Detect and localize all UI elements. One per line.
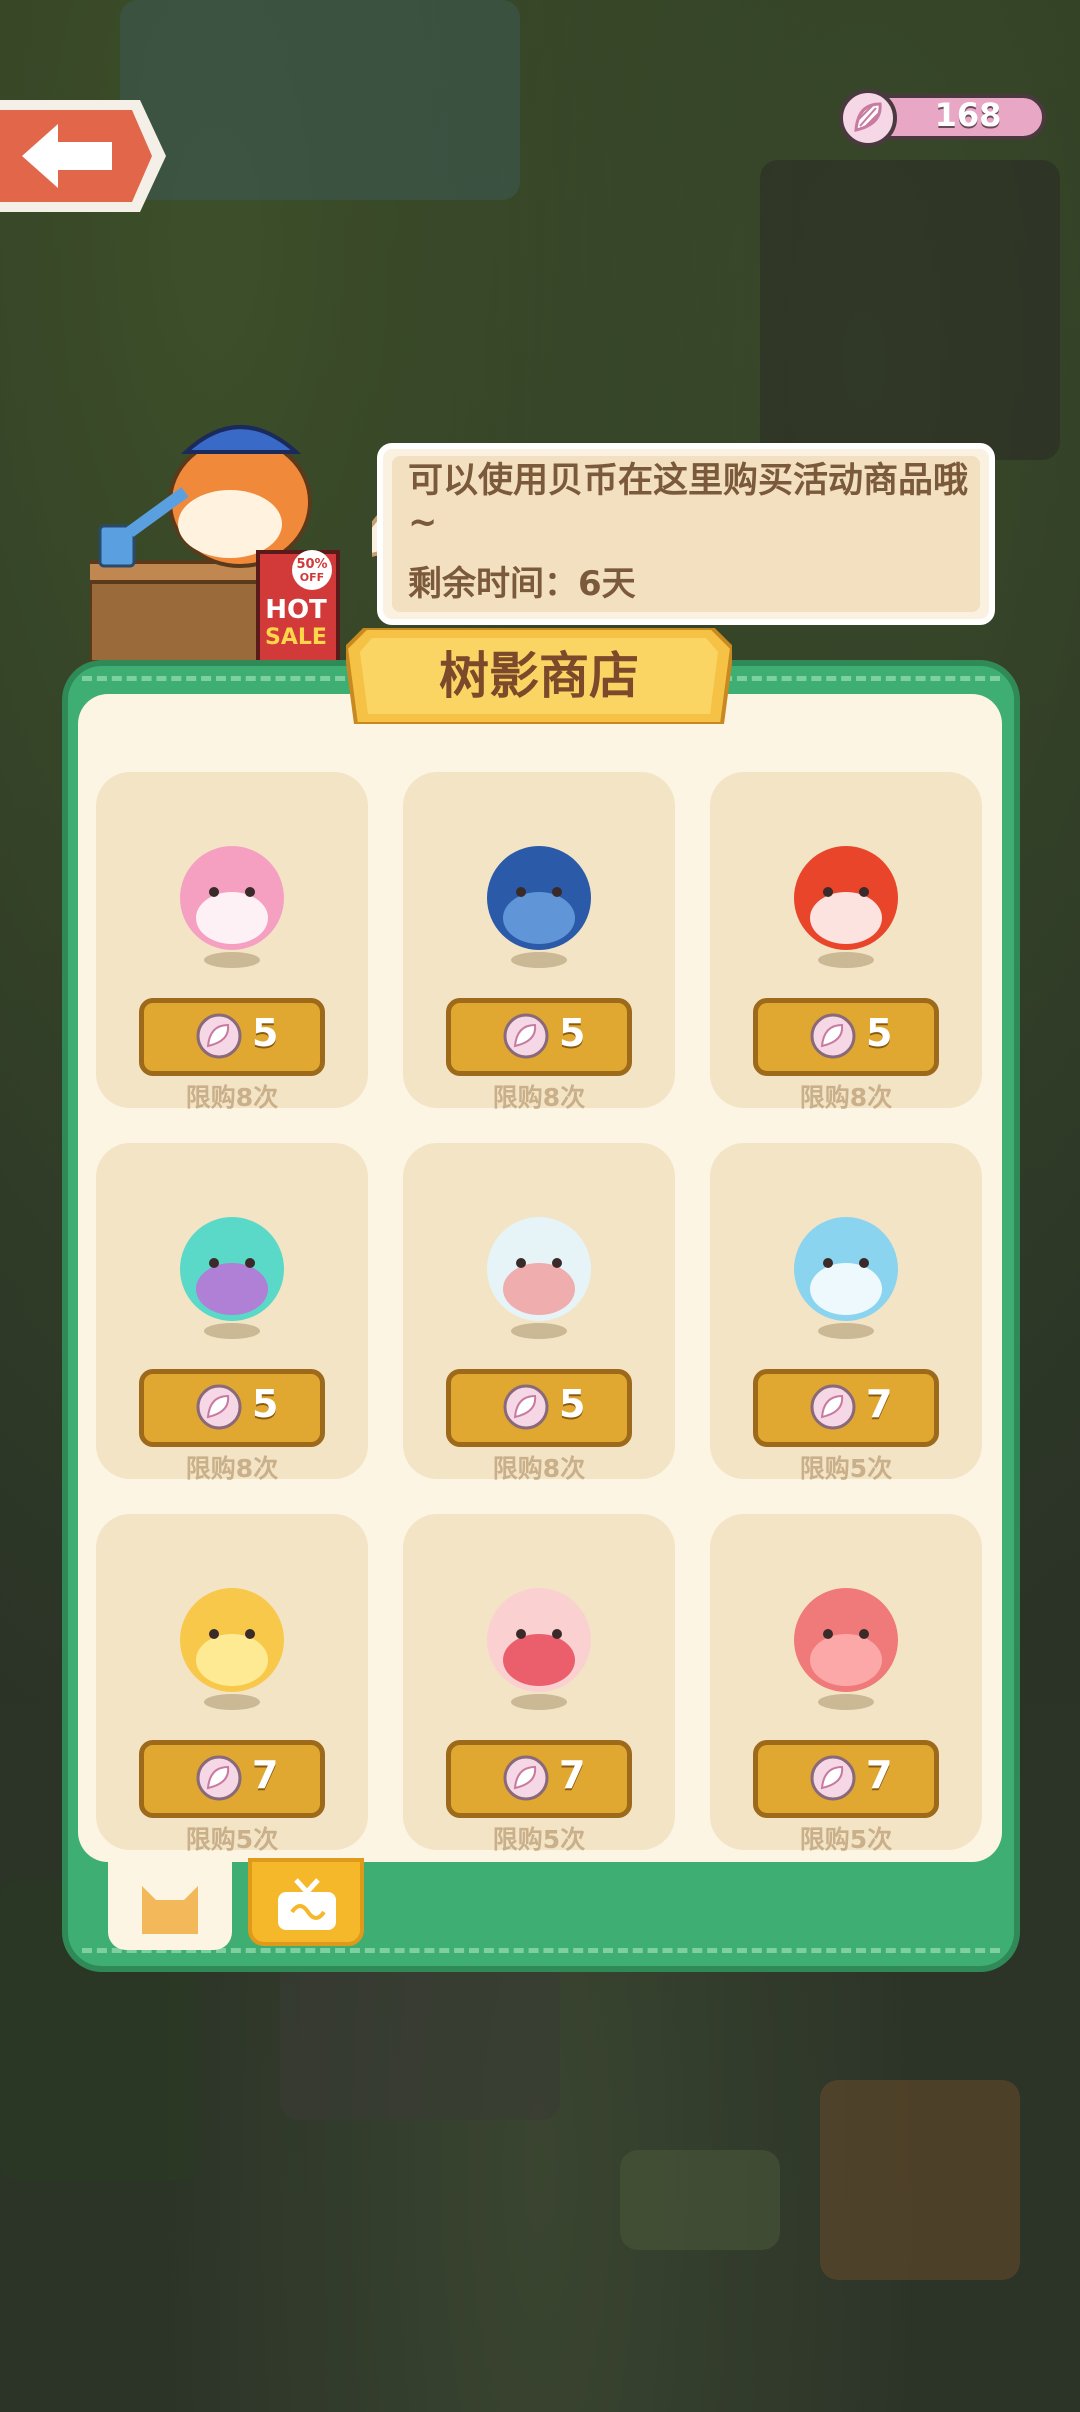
- shell-coin-icon: [503, 1384, 549, 1430]
- sign-hot-text: HOT: [265, 595, 327, 625]
- buy-button[interactable]: 5: [753, 998, 939, 1076]
- coin-count: 168: [934, 96, 1002, 134]
- jellyfish-pet-icon: [180, 1217, 284, 1339]
- purchase-limit: 限购5次: [492, 1825, 586, 1854]
- red-bird-pet-icon: [794, 846, 898, 968]
- buy-button[interactable]: 7: [139, 1740, 325, 1818]
- purchase-limit: 限购5次: [799, 1825, 893, 1854]
- shop-item-card[interactable]: 5 限购8次: [96, 772, 368, 1112]
- shop-item-card[interactable]: 5 限购8次: [403, 772, 675, 1112]
- buy-button[interactable]: 5: [139, 998, 325, 1076]
- buy-button[interactable]: 7: [446, 1740, 632, 1818]
- shop-item-card[interactable]: 7 限购5次: [96, 1514, 368, 1854]
- rose-cat-pet-icon: [794, 1588, 898, 1710]
- house-decor: [820, 2080, 1020, 2280]
- purchase-limit: 限购8次: [185, 1083, 279, 1112]
- buy-button[interactable]: 5: [139, 1369, 325, 1447]
- purchase-limit: 限购5次: [185, 1825, 279, 1854]
- tab-ads[interactable]: [248, 1858, 364, 1946]
- shell-coin-icon: [196, 1013, 242, 1059]
- shell-coin-icon: [196, 1384, 242, 1430]
- tv-icon: [278, 1878, 336, 1930]
- qr-stand-icon: [98, 524, 136, 568]
- item-price: 7: [866, 1753, 893, 1797]
- purchase-limit: 限购5次: [799, 1454, 893, 1483]
- sign-discount-text: 50%: [296, 557, 327, 572]
- item-price: 5: [252, 1011, 279, 1055]
- flamingo-pet-icon: [487, 1588, 591, 1710]
- item-price: 7: [866, 1382, 893, 1426]
- back-button[interactable]: [0, 96, 170, 216]
- item-price: 5: [866, 1011, 893, 1055]
- item-price: 7: [252, 1753, 279, 1797]
- shell-coin-icon: [503, 1013, 549, 1059]
- shop-item-card[interactable]: 5 限购8次: [96, 1143, 368, 1483]
- shop-item-card[interactable]: 5 限购8次: [710, 772, 982, 1112]
- purchase-limit: 限购8次: [492, 1083, 586, 1112]
- pink-fox-pet-icon: [180, 846, 284, 968]
- item-price: 5: [559, 1382, 586, 1426]
- sign-sale-text: SALE: [265, 625, 327, 650]
- stall-decor: [760, 160, 1060, 460]
- buy-button[interactable]: 5: [446, 998, 632, 1076]
- coin-counter: 168: [838, 88, 1050, 148]
- item-price: 5: [559, 1011, 586, 1055]
- gate-decor: [280, 1960, 560, 2120]
- purchase-limit: 限购8次: [799, 1083, 893, 1112]
- fountain-decor: [120, 0, 520, 200]
- item-price: 5: [252, 1382, 279, 1426]
- cat-icon: [142, 1886, 198, 1934]
- sign-off-text: OFF: [300, 571, 324, 584]
- shop-item-card[interactable]: 7 限购5次: [710, 1514, 982, 1854]
- shell-coin-icon: [839, 89, 897, 147]
- panda-pet-icon: [487, 1217, 591, 1339]
- shell-coin-icon: [810, 1013, 856, 1059]
- purchase-limit: 限购8次: [185, 1454, 279, 1483]
- shop-title: 树影商店: [439, 647, 639, 705]
- purchase-limit: 限购8次: [492, 1454, 586, 1483]
- shop-item-card[interactable]: 7 限购5次: [403, 1514, 675, 1854]
- lion-pet-icon: [180, 1588, 284, 1710]
- shop-item-card[interactable]: 5 限购8次: [403, 1143, 675, 1483]
- shopkeeper: 50% OFF HOT SALE: [90, 425, 340, 662]
- blue-bird-pet-icon: [487, 846, 591, 968]
- buy-button[interactable]: 5: [446, 1369, 632, 1447]
- remaining-time: 剩余时间：6天: [408, 564, 636, 604]
- shop-item-card[interactable]: 7 限购5次: [710, 1143, 982, 1483]
- shell-coin-icon: [503, 1755, 549, 1801]
- shell-coin-icon: [196, 1755, 242, 1801]
- cap-icon: [180, 425, 302, 454]
- buy-button[interactable]: 7: [753, 1369, 939, 1447]
- tab-pets[interactable]: [108, 1858, 232, 1950]
- shell-coin-icon: [810, 1384, 856, 1430]
- shell-coin-icon: [810, 1755, 856, 1801]
- item-price: 7: [559, 1753, 586, 1797]
- bunny-pet-icon: [794, 1217, 898, 1339]
- speech-line-1: 可以使用贝币在这里购买活动商品哦~: [408, 461, 969, 543]
- buy-button[interactable]: 7: [753, 1740, 939, 1818]
- planter-decor: [620, 2150, 780, 2250]
